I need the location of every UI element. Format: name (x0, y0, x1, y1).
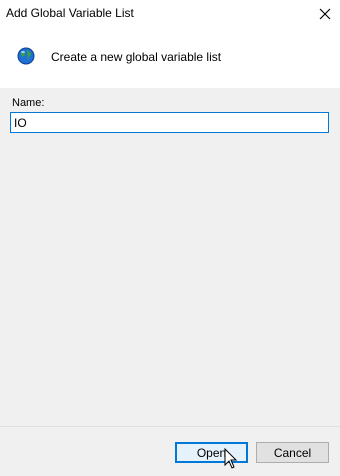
dialog-header: Create a new global variable list (0, 28, 340, 88)
form-body: Name: (0, 88, 340, 426)
header-text: Create a new global variable list (51, 50, 222, 64)
close-icon (319, 8, 331, 20)
globe-icon (17, 47, 35, 65)
close-button[interactable] (310, 0, 340, 28)
name-label: Name: (12, 97, 45, 109)
title-bar: Add Global Variable List (0, 0, 340, 28)
cancel-button[interactable]: Cancel (256, 442, 329, 463)
mouse-cursor-icon (224, 448, 238, 469)
name-input[interactable] (10, 112, 329, 133)
button-bar: Open Cancel (0, 427, 340, 476)
window-title: Add Global Variable List (6, 6, 134, 20)
add-global-variable-list-dialog: Add Global Variable List Create a new gl… (0, 0, 340, 476)
